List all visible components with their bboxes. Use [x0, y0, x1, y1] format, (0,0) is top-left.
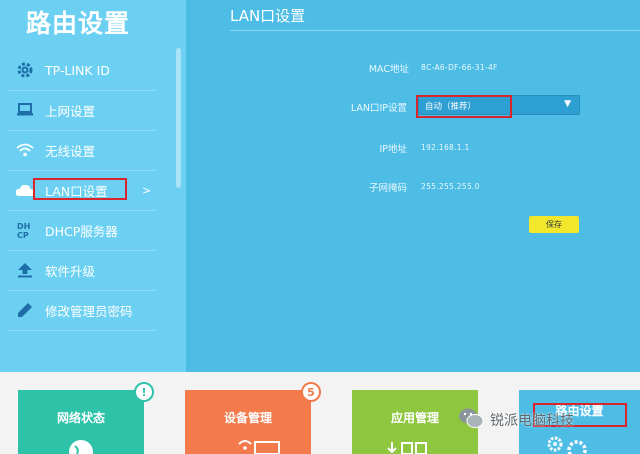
dhcp-icon: DH CP	[15, 220, 35, 240]
tile-label: 网络状态	[56, 411, 105, 425]
sidebar-item-internet[interactable]: 上网设置	[0, 90, 156, 130]
highlight-box-lan	[33, 178, 127, 200]
mask-value: 255.255.255.0	[421, 182, 480, 191]
upload-icon	[15, 260, 35, 280]
sidebar-item-label: 无线设置	[45, 143, 96, 159]
sidebar-item-label: DHCP服务器	[45, 223, 118, 239]
sidebar-divider	[8, 330, 156, 331]
sidebar-item-wireless[interactable]: 无线设置	[0, 130, 156, 170]
svg-text:DH: DH	[17, 222, 30, 231]
title-divider	[230, 30, 640, 31]
laptop-icon	[15, 100, 35, 120]
sidebar-item-label: 上网设置	[45, 103, 96, 119]
app-title: 路由设置	[26, 9, 131, 38]
globe-icon	[46, 434, 116, 454]
sidebar-scrollbar[interactable]	[176, 48, 181, 188]
mac-label: MAC地址	[368, 64, 409, 75]
highlight-box-ip-mode	[416, 95, 512, 118]
save-button[interactable]: 保存	[529, 216, 579, 233]
sidebar-item-label: TP-LINK ID	[45, 62, 110, 78]
page-title: LAN口设置	[230, 7, 306, 25]
gear-icon	[15, 60, 35, 80]
tile-label: 设备管理	[223, 411, 272, 425]
ip-mode-label: LAN口IP设置	[350, 103, 407, 114]
settings-gears-icon	[547, 434, 617, 454]
sidebar-item-admin-password[interactable]: 修改管理员密码	[0, 290, 156, 330]
alert-badge: !	[134, 382, 154, 402]
sidebar-item-upgrade[interactable]: 软件升级	[0, 250, 156, 290]
sidebar-item-tplink-id[interactable]: TP-LINK ID	[0, 50, 156, 90]
sidebar: 路由设置 TP-LINK ID 上网设置 无线设置 LAN口设置 > DH CP…	[0, 0, 186, 372]
ip-value: 192.168.1.1	[421, 143, 470, 152]
wifi-icon	[15, 140, 35, 160]
watermark-text: 锐派电脑科技	[490, 413, 574, 429]
watermark: 锐派电脑科技	[458, 405, 638, 435]
chevron-down-icon: ▼	[564, 99, 571, 109]
mask-label: 子网掩码	[368, 183, 407, 194]
tile-device-management[interactable]: 设备管理	[185, 390, 311, 454]
sidebar-item-dhcp[interactable]: DH CP DHCP服务器	[0, 210, 156, 250]
wechat-icon	[458, 407, 484, 433]
mac-value: 8C-A6-DF-66-31-4F	[421, 63, 498, 72]
tile-network-status[interactable]: 网络状态	[18, 390, 144, 454]
cloud-icon	[15, 180, 35, 200]
count-badge: 5	[301, 382, 321, 402]
active-arrow: >	[142, 183, 152, 197]
main-panel: LAN口设置	[186, 0, 640, 372]
svg-text:CP: CP	[17, 231, 29, 239]
sidebar-item-label: 软件升级	[45, 263, 96, 279]
device-wifi-icon	[213, 434, 283, 454]
ip-label: IP地址	[379, 144, 407, 155]
pencil-icon	[15, 300, 35, 320]
apps-icon	[380, 434, 450, 454]
sidebar-item-label: 修改管理员密码	[45, 303, 133, 319]
